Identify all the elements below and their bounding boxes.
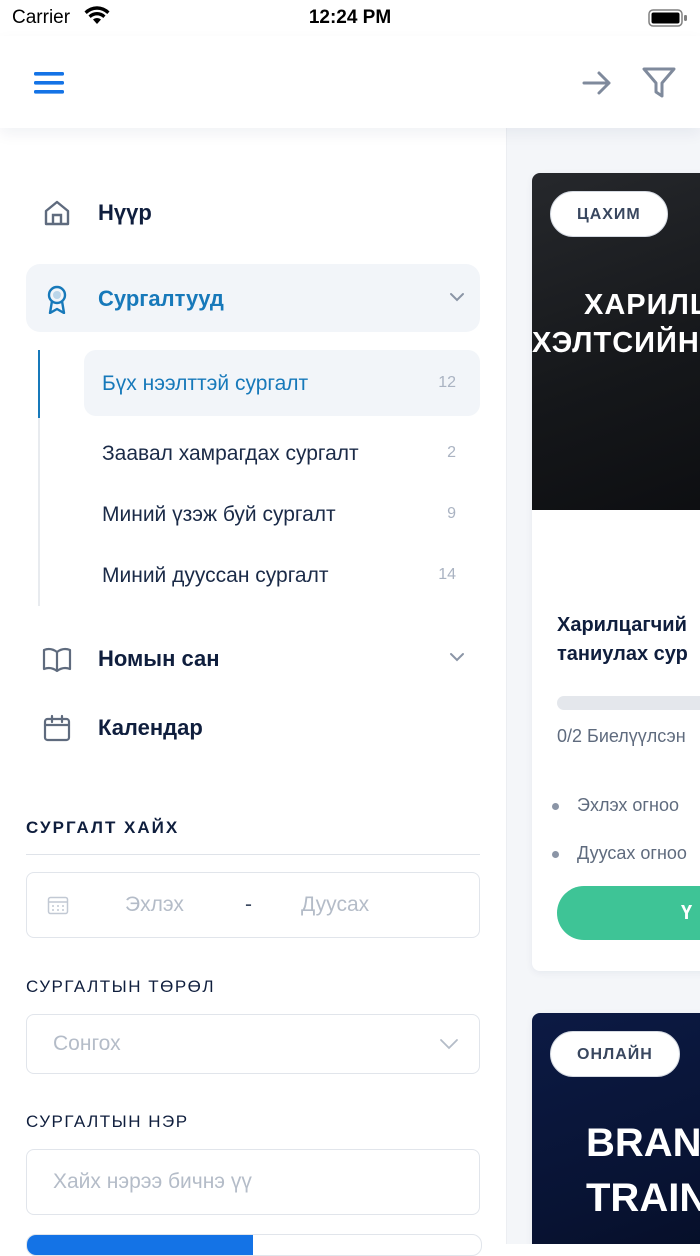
thumb-text-line1: ХАРИЛЦ (584, 289, 700, 321)
progress-text: 0/2 Биелүүлсэн (557, 726, 686, 746)
nav-label-calendar: Календар (98, 715, 203, 740)
subnav-count: 2 (447, 444, 456, 461)
date-start-placeholder: Эхлэх (125, 893, 184, 916)
nav-item-home[interactable]: Нүүр (26, 178, 480, 246)
card-badge: ЦАХИМ (550, 191, 668, 237)
subnav-label: Заавал хамрагдах сургалт (102, 442, 359, 465)
card-action-button[interactable]: Ү (557, 886, 700, 940)
clock: 12:24 PM (308, 7, 392, 28)
tab-active[interactable] (27, 1235, 253, 1255)
trainings-submenu: Бүх нээлттэй сургалт 12 Заавал хамрагдах… (38, 350, 482, 606)
sidebar: Нүүр Сургалтууд Бүх нээлттэй сургалт 12 … (0, 128, 507, 1244)
card-title: Харилцагчий таниулах сур (557, 611, 688, 669)
name-search-placeholder: Хайх нэрээ бичнэ үү (53, 1170, 252, 1193)
progress-bar (557, 696, 700, 710)
award-icon (42, 284, 72, 315)
nav-item-library[interactable]: Номын сан (26, 624, 480, 692)
battery-icon (648, 8, 688, 33)
chevron-down-icon (448, 290, 466, 308)
status-bar: Carrier 12:24 PM (0, 0, 700, 36)
name-search-input[interactable]: Хайх нэрээ бичнэ үү (26, 1149, 480, 1215)
nav-label-library: Номын сан (98, 646, 220, 671)
thumb-text-line2: ХЭЛТСИЙН (532, 327, 700, 359)
subnav-item-in-progress[interactable]: Миний үзэж буй сургалт 9 (84, 481, 480, 547)
card-thumbnail: ЦАХИМ ХАРИЛЦ ХЭЛТСИЙН (532, 173, 700, 510)
active-indicator (38, 350, 40, 418)
card-badge: ОНЛАЙН (550, 1031, 680, 1077)
training-card[interactable]: ЦАХИМ ХАРИЛЦ ХЭЛТСИЙН Харилцагчий таниул… (532, 173, 700, 971)
card-title-line2: таниулах сур (557, 643, 688, 665)
date-separator: - (245, 893, 252, 916)
arrow-right-icon[interactable] (580, 66, 614, 105)
training-list: ЦАХИМ ХАРИЛЦ ХЭЛТСИЙН Харилцагчий таниул… (507, 128, 700, 1244)
filter-icon[interactable] (640, 64, 678, 107)
calendar-icon (42, 713, 72, 743)
type-label: СУРГАЛТЫН ТӨРӨЛ (26, 977, 216, 996)
card-thumbnail: ОНЛАЙН BRAND TRAINI (532, 1013, 700, 1244)
date-end-placeholder: Дуусах (301, 893, 370, 916)
subnav-item-mandatory[interactable]: Заавал хамрагдах сургалт 2 (84, 420, 480, 486)
name-label: СУРГАЛТЫН НЭР (26, 1112, 189, 1131)
search-section-title: СУРГАЛТ ХАЙХ (26, 818, 180, 837)
book-icon (42, 644, 72, 674)
subnav-count: 9 (447, 505, 456, 522)
chevron-down-icon (439, 1037, 459, 1055)
top-bar (0, 36, 700, 128)
subnav-label: Миний дууссан сургалт (102, 564, 329, 587)
type-select-value: Сонгох (53, 1032, 121, 1055)
end-date-item: Дуусах огноо (552, 843, 687, 863)
subnav-label: Бүх нээлттэй сургалт (102, 372, 309, 395)
subnav-count: 12 (438, 374, 456, 391)
divider (26, 854, 480, 855)
subnav-item-completed[interactable]: Миний дууссан сургалт 14 (84, 542, 480, 608)
subnav-item-all-open[interactable]: Бүх нээлттэй сургалт 12 (84, 350, 480, 416)
thumb-text-line1: BRAND (586, 1121, 700, 1165)
training-card[interactable]: ОНЛАЙН BRAND TRAINI (532, 1013, 700, 1244)
type-select[interactable]: Сонгох (26, 1014, 480, 1074)
nav-item-trainings[interactable]: Сургалтууд (26, 264, 480, 332)
chevron-down-icon (448, 650, 466, 668)
calendar-small-icon (47, 895, 69, 920)
hamburger-menu-icon[interactable] (32, 68, 66, 98)
nav-label-trainings: Сургалтууд (98, 286, 224, 311)
date-range-field[interactable]: Эхлэх - Дуусах (26, 872, 480, 938)
home-icon (42, 198, 72, 228)
segmented-tabs[interactable] (26, 1234, 482, 1256)
card-title-line1: Харилцагчий (557, 614, 687, 636)
subnav-label: Миний үзэж буй сургалт (102, 503, 336, 526)
nav-label-home: Нүүр (98, 200, 152, 225)
nav-item-calendar[interactable]: Календар (26, 693, 480, 761)
thumb-text-line2: TRAINI (586, 1176, 700, 1220)
subnav-count: 14 (438, 566, 456, 583)
start-date-item: Эхлэх огноо (552, 795, 679, 815)
